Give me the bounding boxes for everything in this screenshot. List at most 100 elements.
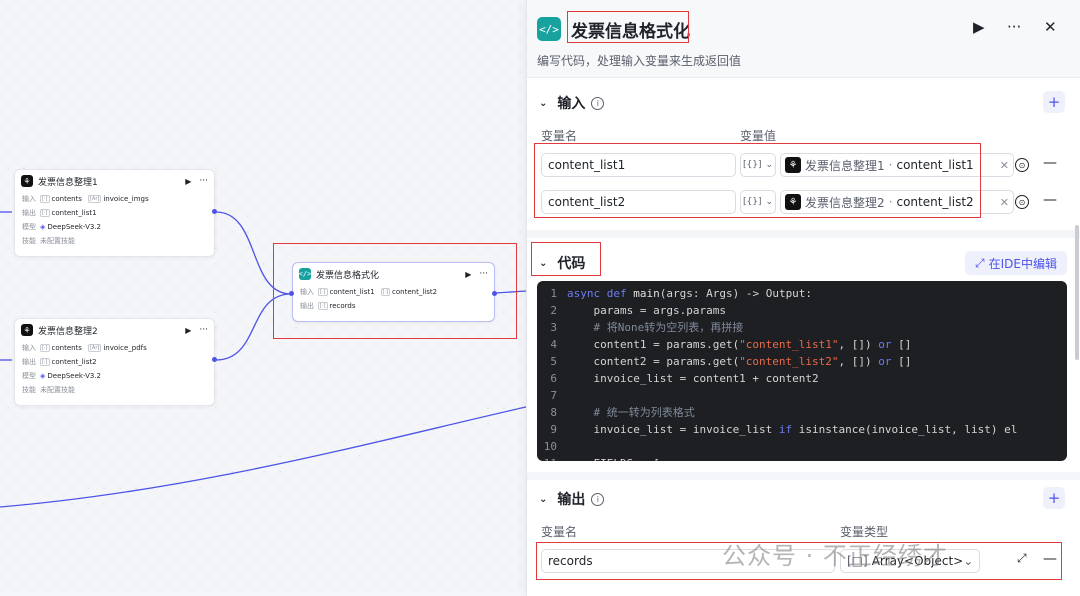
- code-line[interactable]: 8 # 统一转为列表格式: [537, 404, 1067, 421]
- code-token: []: [891, 338, 912, 351]
- output-port[interactable]: [212, 209, 217, 214]
- line-number: 11: [537, 455, 557, 461]
- output-section-header[interactable]: ⌄ 输出 i: [539, 489, 605, 509]
- param-chip: [·] content_list2: [380, 288, 438, 296]
- info-icon[interactable]: i: [591, 492, 605, 506]
- param-chip: [Ar] invoice_pdfs: [87, 344, 147, 352]
- edge-format-out: [494, 290, 526, 294]
- scrollbar[interactable]: [1075, 225, 1079, 360]
- input-var-ref[interactable]: [{}] ⌄ ⚘ 发票信息整理2 · content_list2 ✕: [740, 190, 1014, 214]
- node-output-row: 输出 [·] content_list1: [15, 206, 214, 220]
- llm-node-icon: ⚘: [785, 194, 801, 210]
- llm-node-icon: ⚘: [21, 324, 33, 336]
- code-line[interactable]: 6 invoice_list = content1 + content2: [537, 370, 1067, 387]
- model-chip: ◈ DeepSeek-V3.2: [40, 372, 101, 380]
- close-icon[interactable]: ✕: [1044, 18, 1057, 36]
- expand-icon: ⤢: [975, 255, 985, 270]
- code-token: async def: [567, 287, 634, 300]
- ref-value-box[interactable]: ⚘ 发票信息整理1 · content_list1 ✕: [780, 153, 1014, 177]
- code-token: , []): [838, 355, 879, 368]
- code-token: (args: Args) -> Output:: [659, 287, 813, 300]
- row-label: 输入: [22, 344, 36, 352]
- clear-icon[interactable]: ✕: [1000, 196, 1009, 209]
- code-token: or: [878, 338, 892, 351]
- code-token: "content_list1": [739, 338, 839, 351]
- remove-row-button[interactable]: —: [1043, 155, 1057, 171]
- run-icon[interactable]: ▶: [973, 18, 985, 36]
- llm-node-icon: ⚘: [785, 157, 801, 173]
- code-line[interactable]: 10: [537, 438, 1067, 455]
- ref-value-box[interactable]: ⚘ 发票信息整理2 · content_list2 ✕: [780, 190, 1014, 214]
- row-label: 模型: [22, 372, 36, 380]
- panel-header: </> 发票信息格式化 编写代码，处理输入变量来生成返回值 ▶ ··· ✕: [527, 0, 1080, 78]
- more-icon[interactable]: ···: [199, 325, 208, 335]
- settings-circle-icon[interactable]: ⊙: [1015, 158, 1029, 172]
- input-section-header[interactable]: ⌄ 输入 i: [539, 93, 605, 113]
- clear-icon[interactable]: ✕: [1000, 159, 1009, 172]
- node-title: 发票信息格式化: [316, 270, 380, 281]
- code-line[interactable]: 1 async def main (args: Args) -> Output:: [537, 285, 1067, 302]
- llm-node-icon: ⚘: [21, 175, 33, 187]
- code-editor[interactable]: 1 async def main (args: Args) -> Output: 2 …: [537, 281, 1067, 461]
- code-line[interactable]: 3 # 将None转为空列表，再拼接: [537, 319, 1067, 336]
- node-title: 发票信息整理2: [38, 326, 98, 337]
- col-header-value: 变量值: [740, 129, 777, 143]
- line-number: 5: [550, 355, 557, 368]
- expand-icon[interactable]: ⤢: [1017, 551, 1027, 566]
- code-line[interactable]: 11 FIELDS = [: [537, 455, 1067, 461]
- info-icon[interactable]: i: [591, 96, 605, 110]
- remove-row-button[interactable]: —: [1043, 192, 1057, 208]
- output-port[interactable]: [492, 291, 497, 296]
- code-token: isinstance(invoice_list, list) el: [792, 423, 1018, 436]
- panel-title[interactable]: 发票信息格式化: [571, 17, 690, 42]
- node-invoice-organize-1[interactable]: ⚘ 发票信息整理1 ▶ ··· 输入 [·] contents [Ar] invoi…: [14, 169, 215, 257]
- settings-circle-icon[interactable]: ⊙: [1015, 195, 1029, 209]
- add-input-button[interactable]: +: [1043, 91, 1065, 113]
- more-icon[interactable]: ···: [479, 269, 488, 279]
- more-icon[interactable]: ···: [1007, 18, 1021, 36]
- code-token: # 统一转为列表格式: [567, 406, 695, 419]
- edit-in-ide-button[interactable]: ⤢ 在IDE中编辑: [965, 251, 1067, 275]
- type-selector[interactable]: [{}] ⌄: [740, 153, 776, 177]
- panel-description: 编写代码，处理输入变量来生成返回值: [537, 54, 742, 68]
- code-line[interactable]: 4 content1 = params.get("content_list1",…: [537, 336, 1067, 353]
- code-line[interactable]: 5 content2 = params.get("content_list2",…: [537, 353, 1067, 370]
- param-chip: [Ar] invoice_imgs: [87, 195, 149, 203]
- param-chip: [·] contents: [40, 344, 82, 352]
- run-icon[interactable]: ▶: [465, 270, 471, 279]
- param-chip: [·] records: [318, 302, 356, 310]
- run-icon[interactable]: ▶: [185, 177, 191, 186]
- code-token: invoice_list = content1 + content2: [567, 372, 819, 385]
- type-selector[interactable]: [{}] ⌄: [740, 190, 776, 214]
- input-var-ref[interactable]: [{}] ⌄ ⚘ 发票信息整理1 · content_list1 ✕: [740, 153, 1014, 177]
- code-line[interactable]: 9 invoice_list = invoice_list if isinsta…: [537, 421, 1067, 438]
- chevron-down-icon: ⌄: [963, 554, 974, 568]
- code-section-header[interactable]: ⌄ 代码: [539, 253, 585, 273]
- node-input-row: 输入 [·] contents [Ar] invoice_pdfs: [15, 341, 214, 355]
- output-port[interactable]: [212, 357, 217, 362]
- code-token: main: [633, 287, 660, 300]
- node-invoice-format[interactable]: </> 发票信息格式化 ▶ ··· 输入 [·] content_list1 [·…: [292, 262, 495, 322]
- run-icon[interactable]: ▶: [185, 326, 191, 335]
- row-label: 输出: [300, 302, 314, 310]
- remove-row-button[interactable]: —: [1043, 551, 1057, 567]
- divider: [527, 230, 1080, 238]
- model-chip: ◈ DeepSeek-V3.2: [40, 223, 101, 231]
- code-line[interactable]: 2 params = args.params: [537, 302, 1067, 319]
- line-number: 3: [550, 321, 557, 334]
- node-invoice-organize-2[interactable]: ⚘ 发票信息整理2 ▶ ··· 输入 [·] contents [Ar] invoi…: [14, 318, 215, 406]
- line-number: 10: [543, 440, 557, 453]
- row-label: 技能: [22, 237, 36, 245]
- code-token: # 将None转为空列表，再拼接: [567, 321, 744, 334]
- input-var-name-field[interactable]: content_list1: [541, 153, 736, 177]
- row-label: 输入: [22, 195, 36, 203]
- more-icon[interactable]: ···: [199, 176, 208, 186]
- code-token: params = args.params: [567, 304, 726, 317]
- input-var-name-field[interactable]: content_list2: [541, 190, 736, 214]
- param-chip: [·] content_list1: [318, 288, 375, 296]
- row-label: 输出: [22, 209, 36, 217]
- input-port[interactable]: [289, 291, 294, 296]
- add-output-button[interactable]: +: [1043, 487, 1065, 509]
- code-line[interactable]: 7: [537, 387, 1067, 404]
- row-label: 输入: [300, 288, 314, 296]
